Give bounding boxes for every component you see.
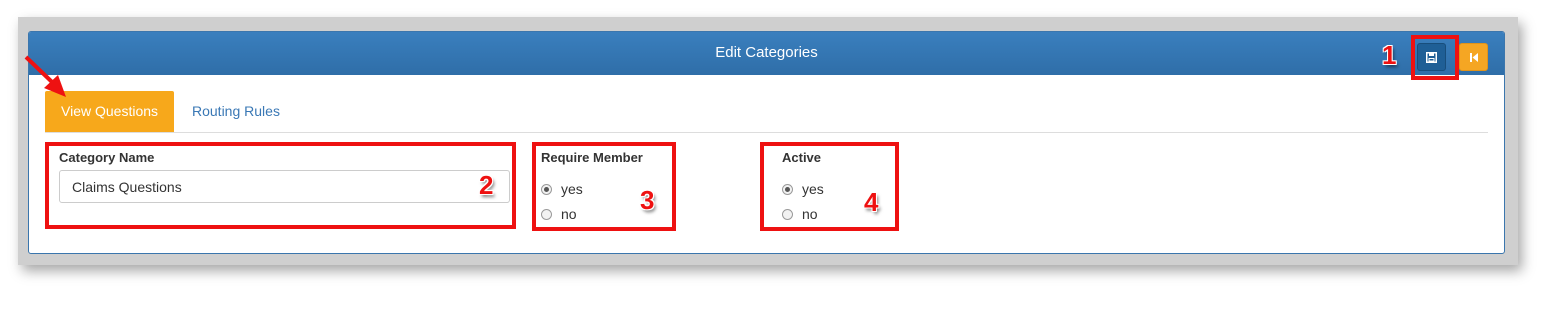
- annotation-number-4: 4: [864, 187, 879, 217]
- panel-header: Edit Categories: [29, 32, 1504, 75]
- tab-bar: View Questions Routing Rules: [45, 91, 1488, 133]
- annotation-box-save: [1411, 35, 1459, 80]
- annotation-box-category-name: [45, 142, 516, 229]
- back-button[interactable]: [1459, 43, 1488, 71]
- tab-routing-rules[interactable]: Routing Rules: [176, 91, 296, 132]
- annotation-number-1: 1: [1382, 40, 1397, 70]
- annotation-number-2: 2: [479, 170, 494, 200]
- panel-title: Edit Categories: [715, 44, 818, 61]
- annotation-number-3: 3: [640, 185, 655, 215]
- skip-back-icon: [1469, 52, 1478, 62]
- arrow-icon: [24, 55, 66, 97]
